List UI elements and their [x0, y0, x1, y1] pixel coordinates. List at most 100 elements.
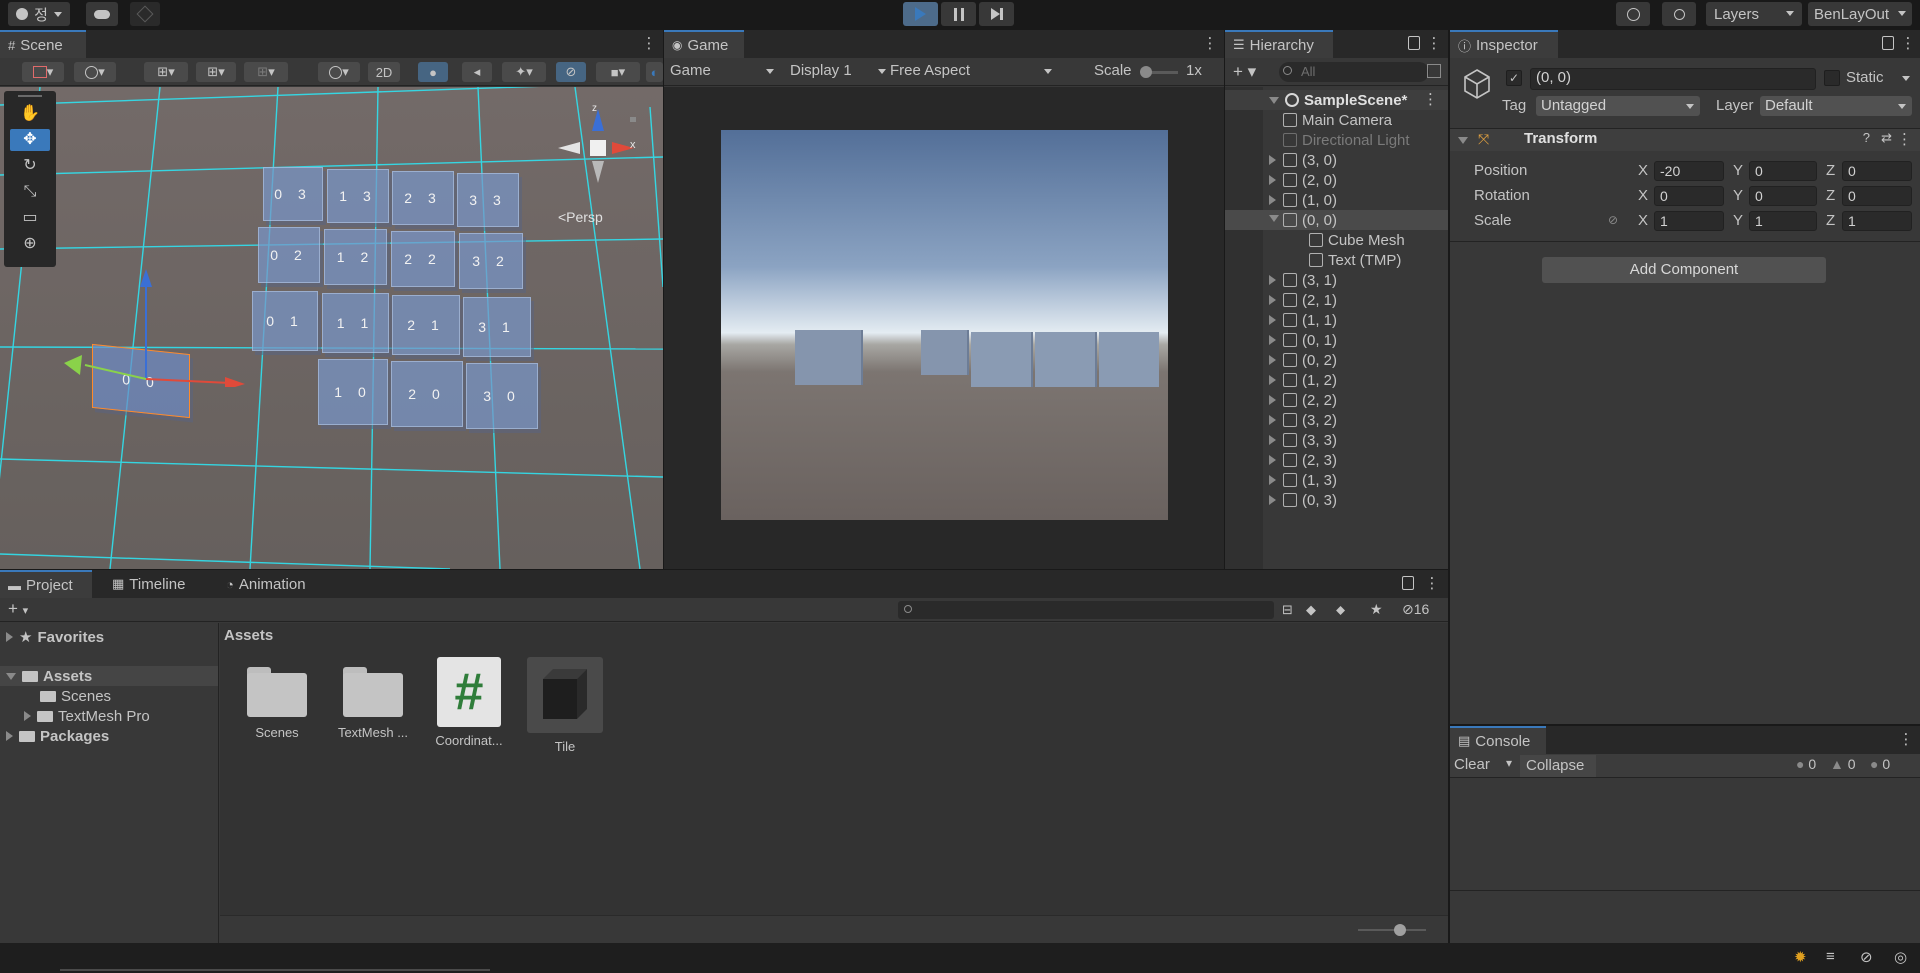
expand-arrow-icon[interactable]	[1269, 475, 1276, 485]
gizmos-button[interactable]: ◐	[646, 62, 663, 82]
display-dropdown[interactable]: Display 1	[790, 62, 890, 82]
scenes-folder-item[interactable]: Scenes	[0, 686, 218, 706]
lock-icon[interactable]	[1882, 36, 1894, 50]
hierarchy-item[interactable]: Cube Mesh	[1225, 230, 1448, 250]
rotation-x-field[interactable]: 0	[1654, 186, 1724, 206]
persp-label[interactable]: <Persp	[558, 209, 603, 225]
layers-dropdown[interactable]: Layers	[1706, 2, 1802, 26]
game-mode-dropdown[interactable]: Game	[670, 62, 778, 82]
history-button[interactable]	[1616, 2, 1650, 26]
packages-item[interactable]: Packages	[0, 726, 218, 746]
transform-header[interactable]: ⤧ Transform ? ⇄ ⋮	[1450, 129, 1920, 151]
asset-coordinate-script[interactable]: # Coordinat...	[430, 657, 508, 748]
lighting-toggle[interactable]: ●	[418, 62, 448, 82]
hierarchy-item[interactable]: (3, 3)	[1225, 430, 1448, 450]
hierarchy-item[interactable]: (0, 1)	[1225, 330, 1448, 350]
collapse-toggle[interactable]: Collapse	[1520, 755, 1596, 777]
hierarchy-item[interactable]: (2, 1)	[1225, 290, 1448, 310]
icon-size-slider[interactable]	[1358, 924, 1426, 936]
scene-root[interactable]: SampleScene* ⋮	[1225, 90, 1448, 110]
warning-filter[interactable]: ▲ 0	[1830, 756, 1856, 772]
hierarchy-item[interactable]: (1, 0)	[1225, 190, 1448, 210]
cube-1-3[interactable]: 1 3	[327, 169, 389, 223]
preset-icon[interactable]: ⇄	[1881, 130, 1892, 146]
expand-arrow-icon[interactable]	[1269, 175, 1276, 185]
scale-tool[interactable]: ⤡	[10, 181, 50, 203]
asset-scenes-folder[interactable]: Scenes	[238, 657, 316, 740]
hand-tool[interactable]: ✋	[10, 103, 50, 125]
expand-arrow-icon[interactable]	[1269, 295, 1276, 305]
tab-project[interactable]: ▬ Project	[0, 570, 92, 598]
grid-snap-dropdown[interactable]: ⊞ ▾	[196, 62, 236, 82]
cube-2-2[interactable]: 2 2	[391, 231, 455, 287]
game-menu-icon[interactable]: ⋮	[1202, 34, 1218, 54]
expand-arrow-icon[interactable]	[1269, 275, 1276, 285]
expand-arrow-icon[interactable]	[1269, 495, 1276, 505]
cloud-button[interactable]	[86, 2, 118, 26]
move-gizmo[interactable]	[50, 267, 250, 387]
expand-arrow-icon[interactable]	[1269, 415, 1276, 425]
favorites-item[interactable]: ★ Favorites	[0, 627, 218, 647]
hierarchy-item[interactable]: (2, 2)	[1225, 390, 1448, 410]
cube-3-0[interactable]: 3 0	[466, 363, 538, 429]
increment-snap-dropdown[interactable]: ⊞ ▾	[244, 62, 288, 82]
tab-inspector[interactable]: ⓘ Inspector	[1450, 30, 1558, 58]
lock-icon[interactable]	[1402, 576, 1414, 590]
filter-by-type-icon[interactable]: ◆	[1306, 602, 1316, 618]
object-name-field[interactable]: (0, 0)	[1530, 68, 1816, 90]
hierarchy-item[interactable]: (1, 2)	[1225, 370, 1448, 390]
cube-3-1[interactable]: 3 1	[463, 297, 531, 357]
position-x-field[interactable]: -20	[1654, 161, 1724, 181]
layer-dropdown[interactable]: Default	[1760, 96, 1912, 116]
hierarchy-item[interactable]: Main Camera	[1225, 110, 1448, 130]
expand-arrow-icon[interactable]	[1269, 195, 1276, 205]
error-filter[interactable]: ● 0	[1870, 756, 1890, 772]
tab-animation[interactable]: ◔ Animation	[218, 570, 336, 598]
scene-menu-icon[interactable]: ⋮	[1423, 90, 1438, 108]
search-button[interactable]	[1662, 2, 1696, 26]
scale-slider[interactable]	[1140, 66, 1178, 78]
expand-arrow-icon[interactable]	[1269, 355, 1276, 365]
play-button[interactable]	[903, 2, 938, 26]
layout-dropdown[interactable]: BenLayOut	[1808, 2, 1912, 26]
expand-arrow-icon[interactable]	[1269, 435, 1276, 445]
scale-slider-thumb[interactable]	[1140, 66, 1152, 78]
static-dropdown-icon[interactable]	[1902, 76, 1910, 81]
scale-z-field[interactable]: 1	[1842, 211, 1912, 231]
tab-scene[interactable]: # Scene	[0, 30, 86, 58]
tab-console[interactable]: ▤ Console	[1450, 726, 1546, 754]
hierarchy-item[interactable]: (2, 3)	[1225, 450, 1448, 470]
tab-game[interactable]: ◉ Game	[664, 30, 744, 58]
project-menu-icon[interactable]: ⋮	[1424, 574, 1440, 594]
camera-dropdown[interactable]: ■ ▾	[596, 62, 640, 82]
global-toggle[interactable]: ▾	[74, 62, 116, 82]
expand-arrow-icon[interactable]	[1269, 395, 1276, 405]
expand-arrow-icon[interactable]	[1269, 455, 1276, 465]
network-icon[interactable]: ⊘	[1860, 948, 1873, 966]
static-checkbox[interactable]	[1824, 70, 1840, 86]
hierarchy-item[interactable]: (3, 2)	[1225, 410, 1448, 430]
cube-0-3[interactable]: 0 3	[263, 167, 323, 221]
search-by-type-icon[interactable]: ⊟	[1282, 602, 1293, 618]
help-icon[interactable]: ?	[1863, 130, 1870, 145]
hierarchy-search[interactable]: All	[1279, 62, 1429, 82]
hierarchy-item[interactable]: (3, 1)	[1225, 270, 1448, 290]
component-menu-icon[interactable]: ⋮	[1897, 130, 1912, 148]
asset-textmesh-folder[interactable]: TextMesh ...	[334, 657, 412, 740]
console-log-area[interactable]	[1450, 779, 1920, 891]
create-asset-button[interactable]: + ▾	[8, 599, 28, 619]
pause-button[interactable]	[941, 2, 976, 26]
log-filter[interactable]: ● 0	[1796, 756, 1816, 772]
cube-1-0[interactable]: 1 0	[318, 359, 388, 425]
rect-tool[interactable]: ▭	[10, 207, 50, 229]
snap-dropdown[interactable]: ⊞ ▾	[144, 62, 188, 82]
hierarchy-menu-icon[interactable]: ⋮	[1426, 34, 1442, 54]
asset-tile-prefab[interactable]: Tile	[526, 657, 604, 754]
active-checkbox[interactable]: ✓	[1506, 70, 1522, 86]
position-z-field[interactable]: 0	[1842, 161, 1912, 181]
collapse-arrow-icon[interactable]	[1269, 215, 1279, 222]
expand-arrow-icon[interactable]	[1269, 315, 1276, 325]
textmesh-folder-item[interactable]: TextMesh Pro	[0, 706, 218, 726]
scale-x-field[interactable]: 1	[1654, 211, 1724, 231]
tag-dropdown[interactable]: Untagged	[1536, 96, 1700, 116]
